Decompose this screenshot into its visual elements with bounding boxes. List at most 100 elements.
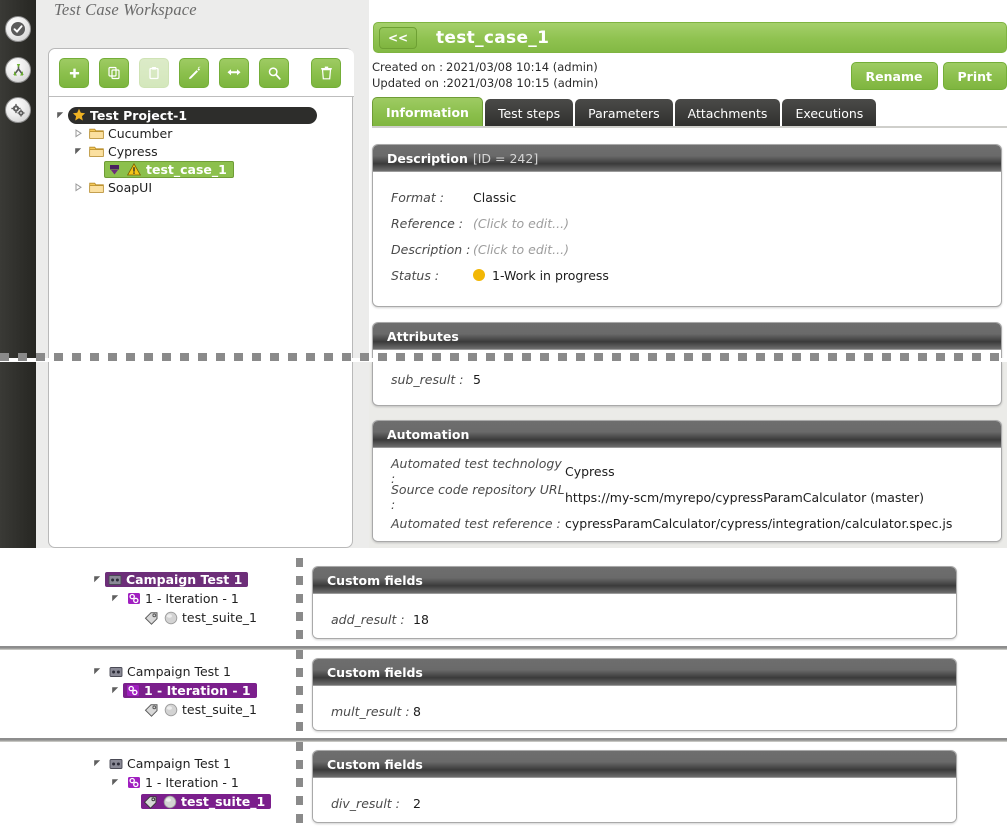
expander-expanded-icon[interactable] — [110, 593, 121, 604]
automation-panel: Automation Automated test technology : C… — [372, 420, 1002, 542]
tree-node-test-suite[interactable]: test_suite_1 — [92, 700, 265, 719]
expander-expanded-icon[interactable] — [55, 110, 66, 121]
custom-fields-header-3: Custom fields — [313, 751, 956, 778]
expander-collapsed-icon[interactable] — [73, 128, 84, 139]
tab-bar: Information Test steps Parameters Attach… — [372, 97, 878, 127]
tree-node-selected[interactable]: Test Project-1 — [68, 107, 317, 124]
tree-node-soapui[interactable]: SoapUI — [49, 178, 352, 196]
expander-collapsed-icon[interactable] — [73, 182, 84, 193]
sub-result-label: sub_result : — [373, 372, 473, 387]
tree-node-test-suite[interactable]: test_suite_1 — [92, 792, 271, 811]
header-action-buttons: Rename Print — [851, 62, 1007, 90]
tree-node-label: 1 - Iteration - 1 — [145, 591, 239, 606]
tree-node-test-suite[interactable]: test_suite_1 — [92, 608, 265, 627]
screenshot-cut-line-vertical-2 — [296, 650, 304, 742]
format-label: Format : — [373, 190, 473, 205]
tab-attachments[interactable]: Attachments — [675, 99, 781, 127]
tree-node-row[interactable]: Campaign Test 1 — [105, 755, 239, 772]
div-result-value[interactable]: 2 — [413, 796, 421, 811]
mult-result-value[interactable]: 8 — [413, 704, 421, 719]
tree-node-test-case-1[interactable]: test_case_1 — [49, 160, 352, 178]
add-result-label: add_result : — [313, 612, 413, 627]
automated-test-technology-value[interactable]: Cypress — [565, 464, 615, 479]
tree-node-label: test_suite_1 — [182, 610, 257, 625]
tree-node-test-project[interactable]: Test Project-1 — [49, 106, 352, 124]
sub-result-value[interactable]: 5 — [473, 372, 481, 387]
tab-information[interactable]: Information — [372, 97, 483, 127]
tree-leaf-connector — [128, 796, 139, 807]
tree-node-label: Cucumber — [108, 126, 172, 141]
entity-metadata: Created on : 2021/03/08 10:14 (admin) Up… — [372, 59, 598, 91]
expander-expanded-icon[interactable] — [92, 666, 103, 677]
status-value[interactable]: 1-Work in progress — [492, 268, 609, 283]
edit-icon-button[interactable] — [179, 58, 209, 88]
tree-node-selected-iteration[interactable]: 1 - Iteration - 1 — [123, 683, 257, 698]
back-button[interactable]: << — [379, 27, 417, 49]
search-icon-button[interactable] — [259, 58, 289, 88]
tree-node-row[interactable]: SoapUI — [86, 179, 160, 196]
tree-node-row[interactable]: 1 - Iteration - 1 — [123, 590, 247, 607]
updated-on-value: 2021/03/08 10:15 (admin) — [446, 75, 598, 91]
tree-node-row[interactable]: test_suite_1 — [141, 701, 265, 718]
bottom-section: Campaign Test 1 1 - Iteration - 1 — [0, 548, 1007, 827]
move-icon-button[interactable] — [219, 58, 249, 88]
tab-test-steps[interactable]: Test steps — [485, 99, 573, 127]
updated-on-row: Updated on : 2021/03/08 10:15 (admin) — [372, 75, 598, 91]
tree-node-iteration[interactable]: 1 - Iteration - 1 — [92, 681, 265, 700]
copy-icon-button[interactable] — [99, 58, 129, 88]
description-panel-body: Format : Classic Reference : (Click to e… — [373, 172, 1001, 298]
tree-node-selected-campaign[interactable]: Campaign Test 1 — [105, 572, 248, 587]
tree-node-row[interactable]: Cucumber — [86, 125, 180, 142]
expander-expanded-icon[interactable] — [73, 146, 84, 157]
campaign-workspace-icon[interactable] — [5, 57, 31, 83]
expander-expanded-icon[interactable] — [110, 777, 121, 788]
source-code-repository-url-value[interactable]: https://my-scm/myrepo/cypressParamCalcul… — [565, 490, 924, 505]
folder-icon — [89, 126, 104, 141]
iteration-icon — [125, 683, 140, 698]
expander-expanded-icon[interactable] — [110, 685, 121, 696]
tree-node-row[interactable]: Campaign Test 1 — [105, 663, 239, 680]
tree-node-label: 1 - Iteration - 1 — [145, 775, 239, 790]
tab-executions[interactable]: Executions — [782, 99, 876, 127]
attributes-panel-title: Attributes — [387, 329, 459, 344]
status-sphere-icon — [163, 610, 178, 625]
expander-expanded-icon[interactable] — [92, 574, 103, 585]
requirements-check-icon[interactable] — [5, 16, 31, 42]
tree-node-campaign[interactable]: Campaign Test 1 — [92, 754, 271, 773]
rename-button[interactable]: Rename — [851, 62, 938, 90]
field-row-reference: Reference : (Click to edit...) — [373, 210, 1001, 236]
tree-node-iteration[interactable]: 1 - Iteration - 1 — [92, 589, 265, 608]
tab-parameters[interactable]: Parameters — [575, 99, 673, 127]
tree-node-cucumber[interactable]: Cucumber — [49, 124, 352, 142]
reference-value[interactable]: (Click to edit...) — [473, 216, 569, 231]
tree-node-row[interactable]: 1 - Iteration - 1 — [123, 774, 247, 791]
print-button[interactable]: Print — [943, 62, 1007, 90]
tree-node-iteration[interactable]: 1 - Iteration - 1 — [92, 773, 271, 792]
status-sphere-icon — [163, 702, 178, 717]
tree-node-cypress[interactable]: Cypress — [49, 142, 352, 160]
tree-node-label: Campaign Test 1 — [127, 756, 231, 771]
tree-node-row[interactable]: test_suite_1 — [141, 609, 265, 626]
field-row-add-result: add_result : 18 — [313, 606, 956, 632]
description-value[interactable]: (Click to edit...) — [473, 242, 569, 257]
automated-test-reference-value[interactable]: cypressParamCalculator/cypress/integrati… — [565, 516, 952, 531]
created-on-row: Created on : 2021/03/08 10:14 (admin) — [372, 59, 598, 75]
tree-node-row[interactable]: Cypress — [86, 143, 166, 160]
tree-node-label: test_suite_1 — [182, 702, 257, 717]
screenshot-cut-line-vertical-1 — [296, 558, 304, 650]
tree-node-campaign[interactable]: Campaign Test 1 — [92, 662, 265, 681]
settings-gears-icon[interactable] — [5, 97, 31, 123]
status-dot-icon — [473, 269, 485, 281]
screenshot-cut-line-vertical-3 — [296, 742, 304, 827]
expander-expanded-icon[interactable] — [92, 758, 103, 769]
format-value[interactable]: Classic — [473, 190, 516, 205]
campaign-tree-2: Campaign Test 1 1 - Iteration - 1 — [92, 662, 265, 719]
delete-icon-button[interactable] — [311, 58, 341, 88]
add-result-value[interactable]: 18 — [413, 612, 429, 627]
add-icon-button[interactable] — [59, 58, 89, 88]
created-on-value: 2021/03/08 10:14 (admin) — [446, 59, 598, 75]
tree-node-campaign[interactable]: Campaign Test 1 — [92, 570, 265, 589]
tab-underline — [372, 126, 1007, 128]
tree-node-selected-testcase[interactable]: test_case_1 — [104, 161, 234, 178]
tree-node-selected-suite[interactable]: test_suite_1 — [141, 794, 271, 809]
